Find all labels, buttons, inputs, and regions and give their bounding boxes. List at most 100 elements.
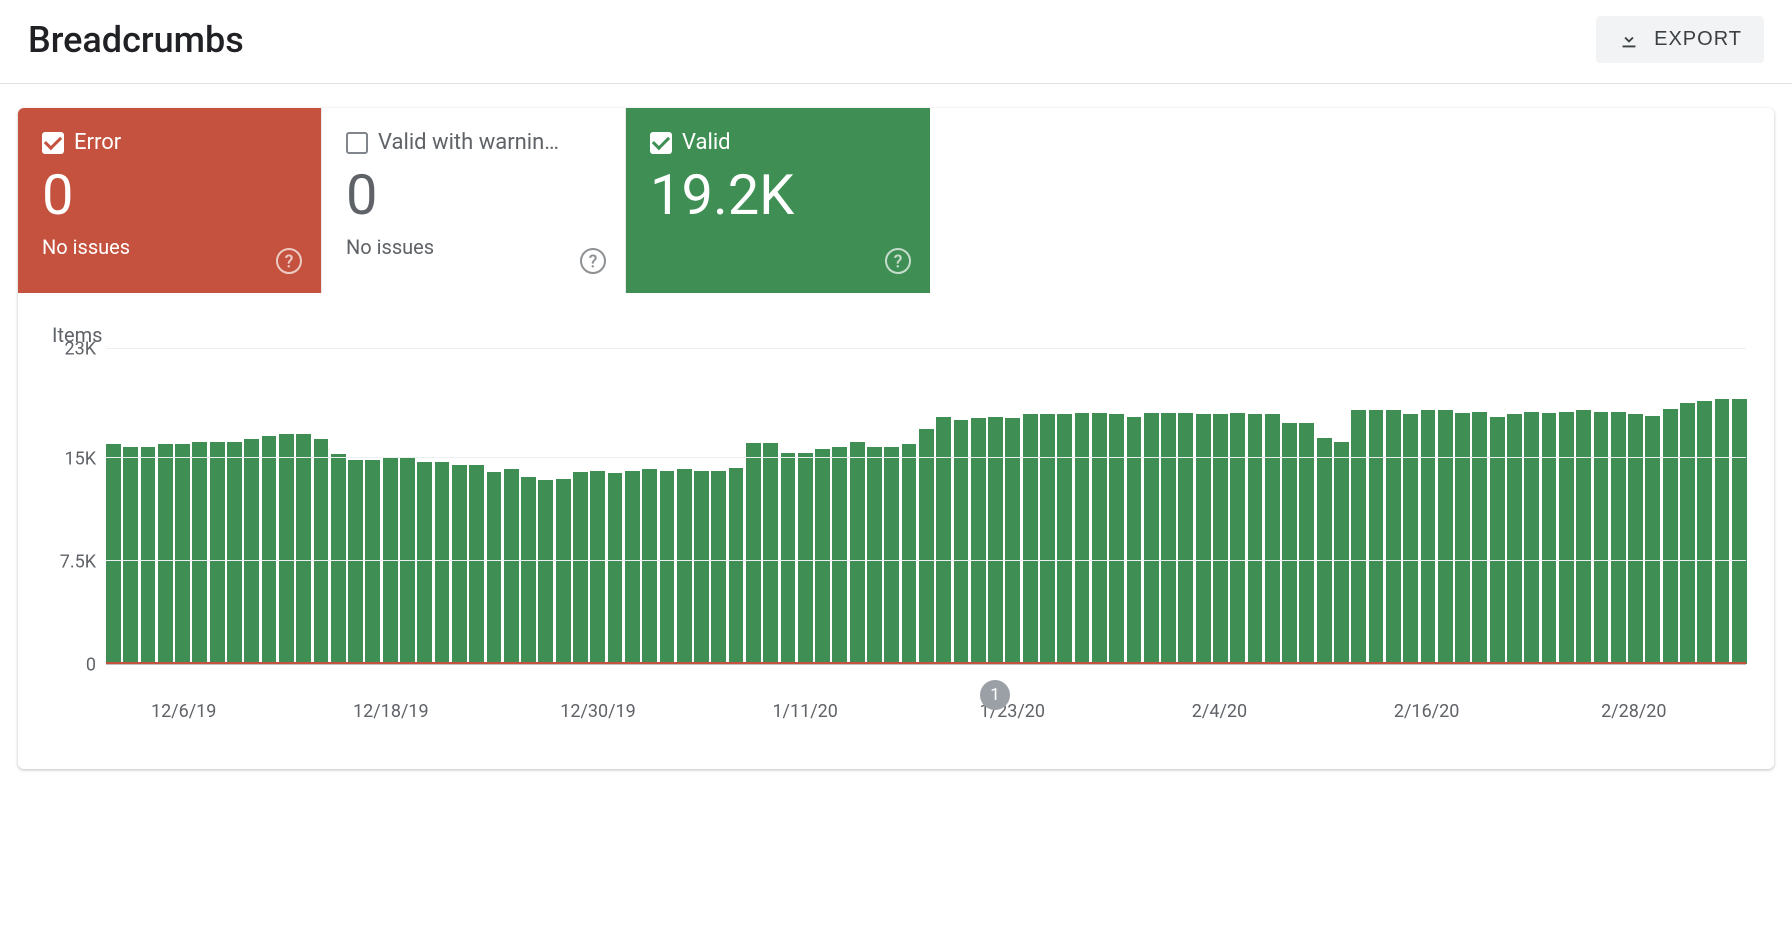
bar	[1127, 417, 1142, 664]
content: Error 0 No issues ? Valid with warnin… 0…	[0, 84, 1792, 793]
chart: Items 07.5K15K23K 1 12/6/1912/18/1912/30…	[18, 293, 1774, 769]
status-card-error[interactable]: Error 0 No issues ?	[18, 108, 322, 293]
bar	[1697, 401, 1712, 664]
bar	[1386, 410, 1401, 663]
svg-text:?: ?	[285, 251, 294, 272]
bar	[590, 471, 605, 664]
bar	[660, 471, 675, 664]
bar	[1057, 414, 1072, 663]
bar	[365, 460, 380, 664]
x-tick-label: 12/30/19	[560, 701, 636, 722]
bar	[1438, 410, 1453, 663]
bar	[1490, 417, 1505, 664]
bar	[1628, 414, 1643, 663]
error-baseline	[106, 662, 1746, 664]
bar	[1299, 423, 1314, 664]
status-cards: Error 0 No issues ? Valid with warnin… 0…	[18, 108, 1774, 293]
gridline	[106, 457, 1746, 458]
plot: 07.5K15K23K 1	[46, 349, 1746, 665]
status-card-value: 0	[346, 165, 601, 227]
bar	[348, 460, 363, 664]
bar	[1005, 418, 1020, 663]
bar	[729, 468, 744, 664]
bar	[798, 453, 813, 664]
gridline	[106, 560, 1746, 561]
status-card-label: Error	[74, 130, 121, 155]
bar	[919, 429, 934, 663]
status-card-value: 19.2K	[650, 165, 906, 227]
bar	[625, 471, 640, 664]
bar	[936, 417, 951, 664]
bar	[1559, 412, 1574, 664]
bar	[1161, 413, 1176, 664]
help-icon[interactable]: ?	[579, 247, 607, 275]
bar	[1196, 414, 1211, 663]
y-axis-title: Items	[52, 323, 1746, 347]
help-icon[interactable]: ?	[275, 247, 303, 275]
help-icon[interactable]: ?	[884, 247, 912, 275]
y-tick-label: 0	[86, 654, 96, 675]
bar	[469, 465, 484, 664]
bar	[1144, 413, 1159, 664]
export-button-label: EXPORT	[1654, 28, 1742, 51]
page-title: Breadcrumbs	[28, 19, 244, 61]
bar	[1040, 414, 1055, 663]
status-card-label: Valid with warnin…	[378, 130, 559, 155]
bar	[1680, 403, 1695, 663]
bar	[1334, 442, 1349, 664]
page-header: Breadcrumbs EXPORT	[0, 0, 1792, 84]
annotation-marker[interactable]: 1	[980, 680, 1010, 710]
bar	[642, 469, 657, 663]
bar	[1611, 412, 1626, 664]
bar	[1317, 438, 1332, 664]
plot-area: 1	[106, 349, 1746, 665]
bar	[1663, 409, 1678, 664]
x-tick-label: 2/4/20	[1192, 701, 1247, 722]
bar	[850, 442, 865, 664]
bar	[867, 447, 882, 663]
bar	[1213, 414, 1228, 663]
x-tick-label: 2/28/20	[1601, 701, 1666, 722]
bar	[556, 479, 571, 664]
x-tick-label: 1/11/20	[772, 701, 837, 722]
bar	[1109, 414, 1124, 663]
bar	[608, 473, 623, 663]
svg-text:?: ?	[894, 251, 903, 272]
bar	[1542, 413, 1557, 664]
bar	[1178, 413, 1193, 664]
status-card-valid[interactable]: Valid 19.2K ?	[626, 108, 930, 293]
y-tick-label: 15K	[64, 448, 96, 469]
bar	[1369, 410, 1384, 663]
bar	[815, 449, 830, 664]
bar	[1075, 413, 1090, 664]
status-card-label: Valid	[682, 130, 731, 155]
bar	[244, 439, 259, 664]
bar	[521, 477, 536, 663]
bar	[988, 417, 1003, 664]
y-tick-label: 23K	[64, 338, 96, 359]
export-button[interactable]: EXPORT	[1596, 16, 1764, 63]
bar	[123, 447, 138, 663]
bar	[1576, 410, 1591, 663]
bar	[763, 443, 778, 664]
bar	[106, 444, 121, 663]
bar	[227, 442, 242, 664]
bar	[711, 471, 726, 664]
status-card-warning[interactable]: Valid with warnin… 0 No issues ?	[322, 108, 626, 293]
bar	[1282, 423, 1297, 664]
bar	[1351, 410, 1366, 663]
bar	[435, 462, 450, 663]
bar	[314, 439, 329, 664]
x-axis: 12/6/1912/18/1912/30/191/11/201/23/202/4…	[106, 701, 1746, 729]
bar	[279, 434, 294, 664]
bar	[971, 418, 986, 663]
bar	[1230, 413, 1245, 664]
report-panel: Error 0 No issues ? Valid with warnin… 0…	[18, 108, 1774, 769]
x-tick-label: 2/16/20	[1394, 701, 1459, 722]
bar	[192, 442, 207, 664]
bar	[832, 447, 847, 663]
bar	[884, 447, 899, 663]
y-axis: 07.5K15K23K	[46, 349, 106, 665]
bar	[296, 434, 311, 664]
bar	[158, 444, 173, 663]
